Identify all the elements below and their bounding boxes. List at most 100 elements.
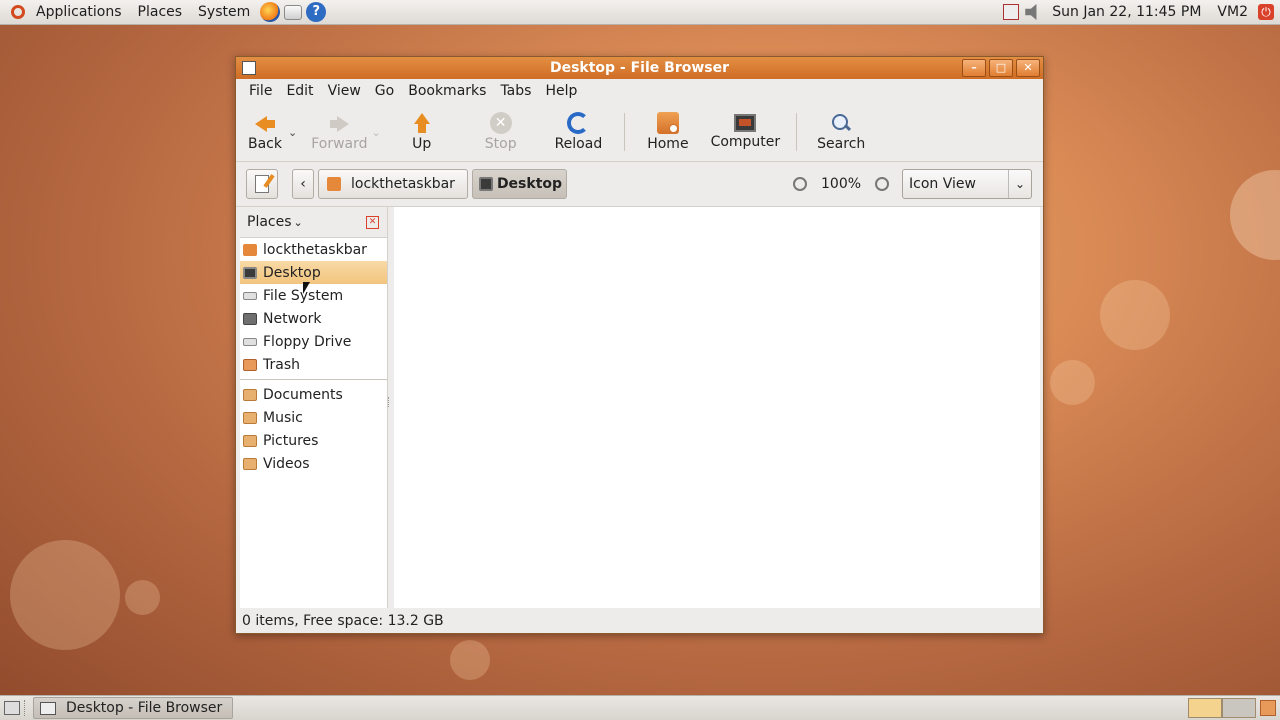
sidebar-item-floppy[interactable]: Floppy Drive: [240, 330, 387, 353]
sidebar-item-trash[interactable]: Trash: [240, 353, 387, 376]
show-desktop-icon[interactable]: [4, 701, 20, 715]
menu-file[interactable]: File: [242, 83, 279, 99]
stop-label: Stop: [484, 136, 517, 152]
power-icon[interactable]: ⏻: [1258, 4, 1274, 20]
taskbar-item-file-browser[interactable]: Desktop - File Browser: [33, 697, 233, 719]
mail-launcher-icon[interactable]: [284, 4, 303, 20]
reload-button[interactable]: Reload: [541, 105, 617, 159]
network-manager-icon[interactable]: [1003, 4, 1020, 20]
breadcrumb-desktop[interactable]: Desktop: [471, 169, 568, 199]
forward-history-dropdown[interactable]: ⌄: [372, 126, 381, 139]
chevron-down-icon: ⌄: [1008, 170, 1031, 198]
computer-label: Computer: [710, 134, 781, 150]
search-button[interactable]: Search: [805, 105, 877, 159]
stop-icon: ✕: [489, 112, 512, 134]
back-history-dropdown[interactable]: ⌄: [288, 126, 297, 139]
sidebar-item-label: lockthetaskbar: [263, 241, 367, 258]
mouse-cursor-icon: [303, 282, 310, 294]
chevron-down-icon: ⌄: [293, 216, 303, 229]
applications-menu[interactable]: Applications: [28, 0, 130, 24]
back-button[interactable]: Back: [240, 105, 286, 159]
location-bar: ‹ lockthetaskbar Desktop 100% Icon View …: [236, 162, 1043, 207]
trash-icon: [243, 358, 257, 371]
pane-resize-handle[interactable]: [388, 397, 392, 407]
sidebar-item-label: Videos: [263, 455, 310, 472]
folder-icon: [243, 411, 257, 424]
computer-icon: [734, 114, 757, 132]
sidebar-item-documents[interactable]: Documents: [240, 383, 387, 406]
menu-bookmarks[interactable]: Bookmarks: [401, 83, 493, 99]
side-pane-type-select[interactable]: Places ⌄: [247, 214, 303, 230]
sidebar-item-network[interactable]: Network: [240, 307, 387, 330]
window-icon: [40, 701, 56, 715]
stop-button[interactable]: ✕ Stop: [461, 105, 541, 159]
sidebar-item-music[interactable]: Music: [240, 406, 387, 429]
menubar: File Edit View Go Bookmarks Tabs Help: [236, 79, 1043, 103]
toolbar-separator: [796, 113, 798, 151]
panel-grip[interactable]: [24, 700, 29, 716]
system-menu[interactable]: System: [190, 0, 258, 24]
close-button[interactable]: ✕: [1016, 59, 1040, 77]
menu-edit[interactable]: Edit: [279, 83, 320, 99]
background-bokeh: [10, 540, 120, 650]
window-titlebar[interactable]: Desktop - File Browser – □ ✕: [236, 57, 1043, 79]
home-label: Home: [647, 136, 689, 152]
breadcrumb-home[interactable]: lockthetaskbar: [318, 169, 468, 199]
workspace-2[interactable]: [1222, 698, 1256, 718]
menu-view[interactable]: View: [321, 83, 368, 99]
window-menu-icon[interactable]: [242, 61, 256, 75]
search-icon: [830, 112, 852, 134]
home-folder-icon: [327, 177, 341, 191]
search-label: Search: [817, 136, 866, 152]
user-name[interactable]: VM2: [1209, 4, 1256, 20]
forward-button[interactable]: Forward: [299, 105, 369, 159]
background-bokeh: [1100, 280, 1170, 350]
menu-tabs[interactable]: Tabs: [493, 83, 538, 99]
folder-icon: [243, 388, 257, 401]
sidebar-item-videos[interactable]: Videos: [240, 452, 387, 475]
zoom-level[interactable]: 100%: [821, 176, 861, 192]
side-pane-title: Places: [247, 214, 292, 230]
up-label: Up: [412, 136, 432, 152]
home-folder-icon: [243, 243, 257, 256]
breadcrumb-scroll-left-button[interactable]: ‹: [292, 169, 314, 199]
sidebar-item-label: Network: [263, 310, 322, 327]
help-launcher-icon[interactable]: ?: [306, 2, 327, 22]
file-view-area[interactable]: [394, 207, 1040, 608]
toggle-location-entry-button[interactable]: [246, 169, 278, 199]
ubuntu-logo-icon[interactable]: [8, 2, 28, 22]
home-icon: [656, 112, 679, 134]
sidebar-item-home[interactable]: lockthetaskbar: [240, 238, 387, 261]
volume-icon[interactable]: [1025, 4, 1037, 20]
clock[interactable]: Sun Jan 22, 11:45 PM: [1044, 4, 1209, 20]
file-browser-window: Desktop - File Browser – □ ✕ File Edit V…: [235, 56, 1044, 634]
desktop-icon: [478, 177, 493, 191]
firefox-launcher-icon[interactable]: [260, 2, 281, 22]
close-side-pane-icon[interactable]: ✕: [366, 216, 379, 229]
maximize-button[interactable]: □: [989, 59, 1013, 77]
sidebar-item-desktop[interactable]: Desktop: [240, 261, 387, 284]
computer-button[interactable]: Computer: [703, 105, 789, 159]
zoom-out-icon[interactable]: [793, 177, 807, 191]
zoom-control: 100%: [793, 169, 890, 199]
menu-help[interactable]: Help: [538, 83, 584, 99]
places-menu[interactable]: Places: [130, 0, 191, 24]
view-mode-select[interactable]: Icon View ⌄: [902, 169, 1032, 199]
floppy-drive-icon: [243, 337, 257, 346]
view-mode-value: Icon View: [909, 176, 976, 192]
zoom-in-icon[interactable]: [875, 177, 890, 191]
menu-go[interactable]: Go: [368, 83, 401, 99]
sidebar-item-pictures[interactable]: Pictures: [240, 429, 387, 452]
sidebar-item-label: Desktop: [263, 264, 321, 281]
sidebar-item-label: Music: [263, 409, 303, 426]
minimize-button[interactable]: –: [962, 59, 986, 77]
workspace-1[interactable]: [1188, 698, 1222, 718]
sidebar-item-label: Pictures: [263, 432, 319, 449]
back-label: Back: [248, 136, 282, 152]
sidebar-item-file-system[interactable]: File System: [240, 284, 387, 307]
reload-label: Reload: [554, 136, 603, 152]
up-button[interactable]: Up: [383, 105, 461, 159]
home-button[interactable]: Home: [633, 105, 702, 159]
trash-applet-icon[interactable]: [1260, 700, 1276, 716]
taskbar-item-label: Desktop - File Browser: [66, 700, 223, 716]
